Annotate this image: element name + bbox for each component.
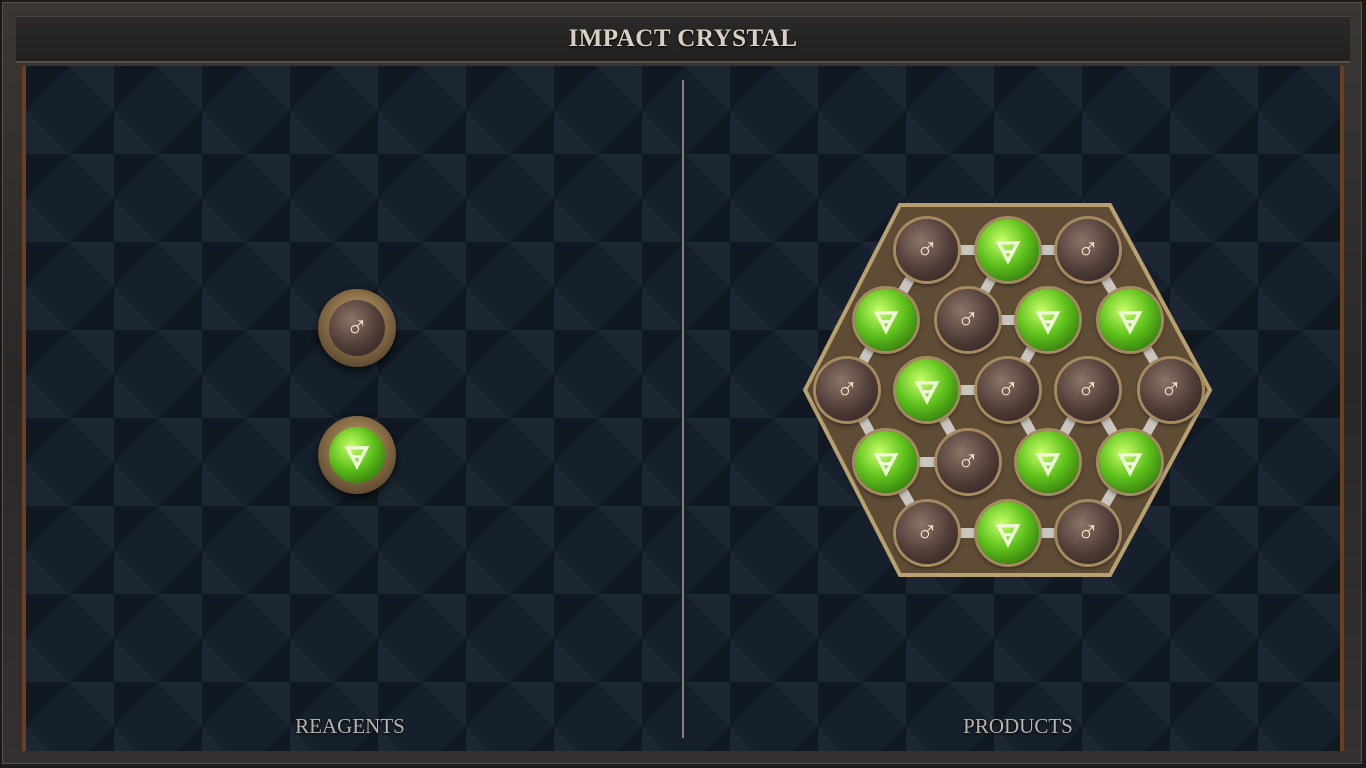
atom-earth: 🜃: [977, 219, 1039, 281]
atom-metal: ♂: [896, 502, 958, 564]
atom-earth: 🜃: [855, 431, 917, 493]
atom-metal: ♂: [1057, 359, 1119, 421]
reagent-metal[interactable]: ♂: [318, 289, 396, 367]
metal-atom-icon: ♂: [329, 300, 385, 356]
atom-metal: ♂: [937, 289, 999, 351]
atom-earth: 🜃: [1017, 289, 1079, 351]
product-molecule: ♂ 🜃 ♂ 🜃 ♂ 🜃 🜃 ♂ 🜃 ♂ ♂ ♂ 🜃 ♂ 🜃 🜃 ♂ 🜃 ♂: [800, 200, 1220, 585]
reagent-earth[interactable]: 🜃: [318, 416, 396, 494]
earth-atom-icon: 🜃: [329, 427, 385, 483]
atom-metal: ♂: [937, 431, 999, 493]
atom-metal: ♂: [1140, 359, 1202, 421]
atom-earth: 🜃: [1017, 431, 1079, 493]
atom-earth: 🜃: [855, 289, 917, 351]
atom-metal: ♂: [977, 359, 1039, 421]
atom-earth: 🜃: [977, 502, 1039, 564]
atom-metal: ♂: [1057, 502, 1119, 564]
products-label: PRODUCTS: [963, 714, 1073, 738]
reagents-label: REAGENTS: [295, 714, 405, 738]
atom-metal: ♂: [816, 359, 878, 421]
section-divider: [682, 80, 684, 738]
page-title: IMPACT CRYSTAL: [568, 25, 798, 52]
atom-earth: 🜃: [896, 359, 958, 421]
atom-metal: ♂: [1057, 219, 1119, 281]
atom-earth: 🜃: [1099, 289, 1161, 351]
atom-earth: 🜃: [1099, 431, 1161, 493]
atom-metal: ♂: [896, 219, 958, 281]
title-bar: IMPACT CRYSTAL: [16, 16, 1350, 63]
